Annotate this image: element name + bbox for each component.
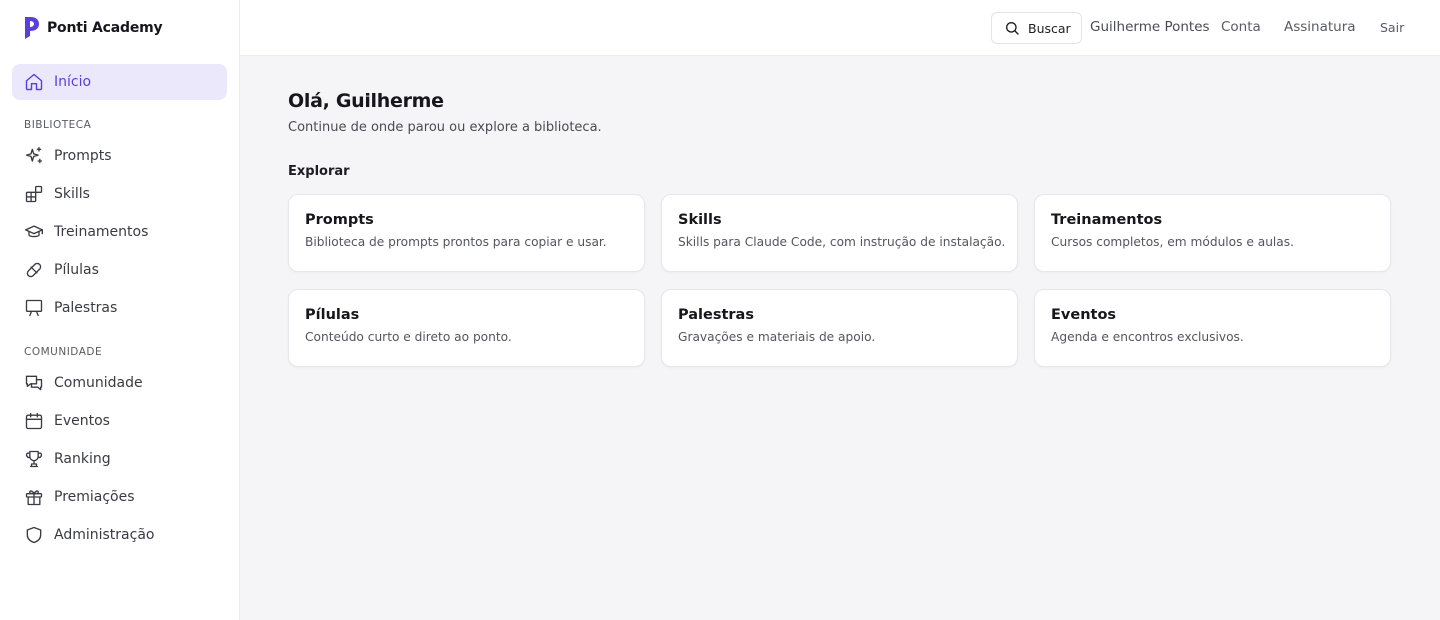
search-button[interactable]: Buscar xyxy=(991,12,1082,44)
card-title: Prompts xyxy=(305,212,374,228)
sidebar-item-label: Eventos xyxy=(54,413,110,429)
subscription-link[interactable]: Assinatura xyxy=(1284,19,1356,35)
card-description: Conteúdo curto e direto ao ponto. xyxy=(305,330,512,344)
sidebar-item-label: Prompts xyxy=(54,148,112,164)
sidebar-item-premiacoes[interactable]: Premiações xyxy=(12,479,227,515)
top-bar: Buscar Guilherme Pontes Conta Assinatura… xyxy=(240,0,1440,56)
blocks-icon xyxy=(24,184,44,204)
graduation-cap-icon xyxy=(24,222,44,242)
sidebar-item-inicio[interactable]: Início xyxy=(12,64,227,100)
card-description: Gravações e materiais de apoio. xyxy=(678,330,876,344)
page-title: Olá, Guilherme xyxy=(288,90,444,112)
logout-link[interactable]: Sair xyxy=(1380,20,1404,35)
card-title: Skills xyxy=(678,212,722,228)
card-title: Eventos xyxy=(1051,307,1117,323)
search-icon xyxy=(1004,20,1020,36)
messages-icon xyxy=(24,373,44,393)
sidebar-item-label: Pílulas xyxy=(54,262,99,278)
presentation-icon xyxy=(24,298,44,318)
sidebar-item-pilulas[interactable]: Pílulas xyxy=(12,252,227,288)
sidebar-item-label: Skills xyxy=(54,186,90,202)
explore-heading: Explorar xyxy=(288,164,350,179)
card-title: Palestras xyxy=(678,307,754,323)
card-treinamentos[interactable]: Treinamentos Cursos completos, em módulo… xyxy=(1034,194,1391,272)
sidebar-item-ranking[interactable]: Ranking xyxy=(12,441,227,477)
sidebar-item-label: Comunidade xyxy=(54,375,143,391)
pill-icon xyxy=(24,260,44,280)
card-description: Biblioteca de prompts prontos para copia… xyxy=(305,235,607,249)
card-description: Agenda e encontros exclusivos. xyxy=(1051,330,1244,344)
logo-icon xyxy=(24,16,40,40)
brand-name: Ponti Academy xyxy=(47,20,163,36)
sparkles-icon xyxy=(24,146,44,166)
sidebar-item-label: Palestras xyxy=(54,300,118,316)
sidebar-item-eventos[interactable]: Eventos xyxy=(12,403,227,439)
sidebar-item-label: Administração xyxy=(54,527,155,543)
trophy-icon xyxy=(24,449,44,469)
sidebar-item-label: Treinamentos xyxy=(54,224,149,240)
shield-icon xyxy=(24,525,44,545)
sidebar-item-administracao[interactable]: Administração xyxy=(12,517,227,553)
card-palestras[interactable]: Palestras Gravações e materiais de apoio… xyxy=(661,289,1018,367)
account-link[interactable]: Conta xyxy=(1221,19,1261,35)
home-icon xyxy=(24,72,44,92)
gift-icon xyxy=(24,487,44,507)
section-heading-comunidade: COMUNIDADE xyxy=(24,346,103,358)
card-skills[interactable]: Skills Skills para Claude Code, com inst… xyxy=(661,194,1018,272)
brand[interactable]: Ponti Academy xyxy=(24,16,163,40)
card-pilulas[interactable]: Pílulas Conteúdo curto e direto ao ponto… xyxy=(288,289,645,367)
page-subtitle: Continue de onde parou ou explore a bibl… xyxy=(288,120,602,135)
sidebar-item-label: Ranking xyxy=(54,451,111,467)
sidebar-item-comunidade[interactable]: Comunidade xyxy=(12,365,227,401)
sidebar-item-prompts[interactable]: Prompts xyxy=(12,138,227,174)
sidebar: Ponti Academy Início BIBLIOTECA Prompts … xyxy=(0,0,240,620)
card-title: Treinamentos xyxy=(1051,212,1163,228)
sidebar-item-treinamentos[interactable]: Treinamentos xyxy=(12,214,227,250)
sidebar-item-skills[interactable]: Skills xyxy=(12,176,227,212)
search-label: Buscar xyxy=(1028,20,1071,36)
sidebar-item-palestras[interactable]: Palestras xyxy=(12,290,227,326)
card-description: Cursos completos, em módulos e aulas. xyxy=(1051,235,1295,249)
card-eventos[interactable]: Eventos Agenda e encontros exclusivos. xyxy=(1034,289,1391,367)
card-prompts[interactable]: Prompts Biblioteca de prompts prontos pa… xyxy=(288,194,645,272)
sidebar-item-label: Premiações xyxy=(54,489,135,505)
section-heading-biblioteca: BIBLIOTECA xyxy=(24,119,92,131)
sidebar-item-label: Início xyxy=(54,74,92,90)
calendar-icon xyxy=(24,411,44,431)
user-name-link[interactable]: Guilherme Pontes xyxy=(1090,19,1210,35)
card-description: Skills para Claude Code, com instrução d… xyxy=(678,235,1006,249)
card-title: Pílulas xyxy=(305,307,360,323)
